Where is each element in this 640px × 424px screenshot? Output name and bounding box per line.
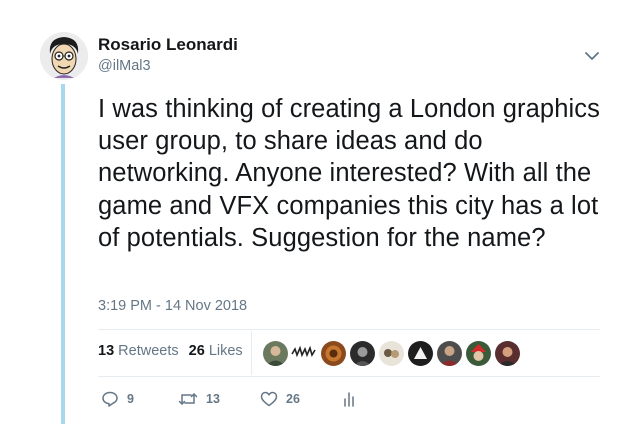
retweets-label: Retweets: [118, 343, 179, 359]
likes-count: 26: [188, 343, 205, 359]
chevron-down-icon: [585, 52, 599, 60]
likes-stat[interactable]: 26 Likes: [189, 343, 243, 359]
retweet-button[interactable]: 13: [178, 389, 220, 409]
retweet-icon: [178, 393, 198, 405]
liker-2-icon: [291, 340, 316, 365]
retweet-count: 13: [206, 392, 220, 406]
liker-avatar-8[interactable]: [465, 340, 492, 367]
reply-count: 9: [127, 392, 134, 406]
author-handle[interactable]: @ilMal3: [98, 58, 151, 74]
liker-5-icon: [379, 341, 404, 366]
liker-8-icon: [466, 341, 491, 366]
liker-7-icon: [437, 341, 462, 366]
likes-label: Likes: [208, 343, 243, 359]
cartoon-portrait-avatar-icon: [40, 32, 88, 80]
like-button[interactable]: 26: [260, 389, 300, 409]
analytics-icon: [344, 392, 354, 407]
more-options-button[interactable]: [582, 46, 602, 66]
stats-separator: [251, 331, 252, 375]
reply-button[interactable]: 9: [101, 389, 134, 409]
liker-avatar-9[interactable]: [494, 340, 521, 367]
liker-9-icon: [495, 341, 520, 366]
liker-avatar-2[interactable]: [291, 340, 316, 365]
liker-3-icon: [321, 341, 346, 366]
engagement-stats: 13 Retweets 26 Likes: [98, 343, 243, 359]
liker-avatar-6[interactable]: [407, 340, 434, 367]
divider-top: [98, 329, 600, 330]
divider-bottom: [98, 376, 600, 377]
retweets-stat[interactable]: 13 Retweets: [98, 343, 179, 359]
liker-avatar-7[interactable]: [436, 340, 463, 367]
author-name[interactable]: Rosario Leonardi: [98, 35, 238, 55]
author-avatar[interactable]: [40, 32, 88, 80]
tweet-text: I was thinking of creating a London grap…: [98, 95, 600, 252]
heart-icon: [260, 391, 278, 407]
analytics-button[interactable]: [340, 389, 358, 409]
tweet-timestamp[interactable]: 3:19 PM - 14 Nov 2018: [98, 298, 247, 314]
like-count: 26: [286, 392, 300, 406]
liker-6-icon: [408, 341, 433, 366]
liker-1-icon: [263, 341, 288, 366]
reply-icon: [102, 391, 118, 407]
thread-line: [61, 84, 65, 424]
liker-avatar-1[interactable]: [262, 340, 289, 367]
retweets-count: 13: [98, 343, 115, 359]
liker-avatar-4[interactable]: [349, 340, 376, 367]
liker-avatar-3[interactable]: [320, 340, 347, 367]
liker-4-icon: [350, 341, 375, 366]
liker-avatar-5[interactable]: [378, 340, 405, 367]
